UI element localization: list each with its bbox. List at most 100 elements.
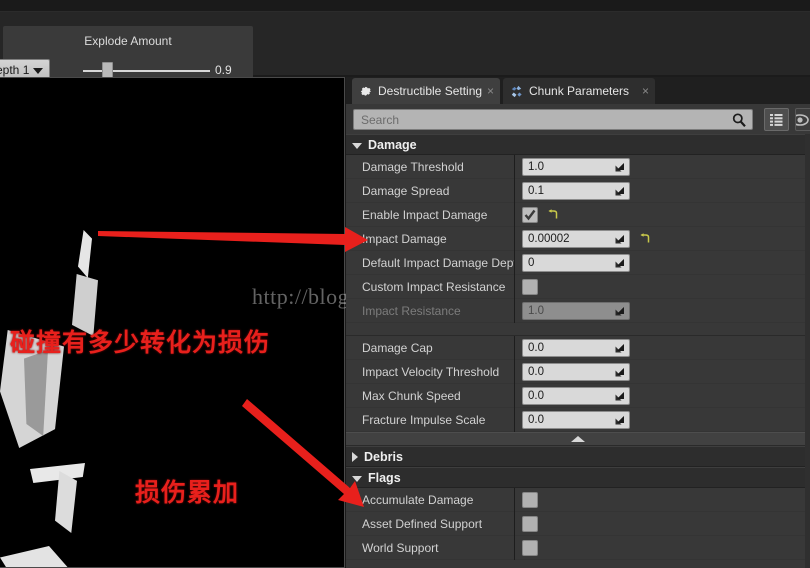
property-row: Fracture Impulse Scale 0.0 bbox=[346, 407, 810, 432]
mesh-chunk bbox=[30, 463, 85, 483]
category-header-damage[interactable]: Damage bbox=[346, 134, 810, 155]
spinner-icon[interactable] bbox=[614, 258, 625, 269]
visibility-button[interactable] bbox=[795, 108, 810, 131]
number-value: 0.0 bbox=[528, 413, 544, 426]
number-input[interactable]: 0 bbox=[522, 253, 630, 272]
triangle-down-icon bbox=[352, 476, 362, 482]
number-value: 0.0 bbox=[528, 341, 544, 354]
property-row: Impact Resistance 1.0 bbox=[346, 298, 810, 323]
triangle-down-icon bbox=[352, 143, 362, 149]
number-input[interactable]: 1.0 bbox=[522, 157, 630, 176]
collapse-section-bar[interactable] bbox=[346, 432, 810, 446]
visibility-icon bbox=[796, 113, 809, 126]
number-value: 1.0 bbox=[528, 304, 544, 317]
tab-destructible-settings[interactable]: Destructible Setting × bbox=[352, 78, 500, 104]
tab-chunk-parameters[interactable]: Chunk Parameters × bbox=[503, 78, 655, 104]
property-row: Accumulate Damage bbox=[346, 487, 810, 512]
property-label: Fracture Impulse Scale bbox=[346, 407, 515, 432]
search-input[interactable]: Search bbox=[353, 109, 753, 130]
checkbox[interactable] bbox=[522, 539, 538, 556]
revert-icon[interactable] bbox=[639, 232, 651, 245]
grid-view-button[interactable] bbox=[764, 108, 789, 131]
number-value: 0 bbox=[528, 256, 535, 269]
category-header-debris[interactable]: Debris bbox=[346, 446, 810, 467]
spinner-icon[interactable] bbox=[614, 306, 625, 317]
app-root: Explode Amount 0.9 epth 1 碰撞有多少转化为损伤 损伤累… bbox=[0, 0, 810, 568]
property-row: Damage Spread 0.1 bbox=[346, 178, 810, 203]
property-label: Impact Resistance bbox=[346, 298, 515, 323]
property-row: Impact Velocity Threshold 0.0 bbox=[346, 359, 810, 384]
number-input[interactable]: 0.00002 bbox=[522, 229, 630, 248]
details-panel: Destructible Setting × Chunk Parameters … bbox=[346, 77, 810, 568]
spinner-icon[interactable] bbox=[614, 367, 625, 378]
property-row: Max Chunk Speed 0.0 bbox=[346, 383, 810, 408]
category-title: Debris bbox=[364, 449, 403, 464]
number-input[interactable]: 0.0 bbox=[522, 386, 630, 405]
property-label: Asset Defined Support bbox=[346, 511, 515, 536]
toolbar-zone: Explode Amount 0.9 epth 1 bbox=[0, 12, 810, 86]
close-icon[interactable]: × bbox=[487, 84, 494, 98]
property-label: Custom Impact Resistance bbox=[346, 274, 515, 299]
triangle-up-icon bbox=[571, 436, 585, 442]
property-label: Impact Velocity Threshold bbox=[346, 359, 515, 384]
property-row: Custom Impact Resistance bbox=[346, 274, 810, 299]
chevron-down-icon bbox=[33, 68, 43, 74]
property-row: Default Impact Damage Depth 0 bbox=[346, 250, 810, 275]
property-row: Asset Defined Support bbox=[346, 511, 810, 536]
property-label: Damage Spread bbox=[346, 178, 515, 203]
mesh-chunk bbox=[78, 230, 92, 278]
spinner-icon[interactable] bbox=[614, 391, 625, 402]
mesh-chunk bbox=[0, 546, 70, 567]
spinner-icon[interactable] bbox=[614, 343, 625, 354]
checkbox[interactable] bbox=[522, 515, 538, 532]
category-title: Flags bbox=[368, 470, 401, 485]
property-list[interactable]: Damage Damage Threshold 1.0 Damage Spread 0.… bbox=[346, 134, 810, 568]
revert-icon[interactable] bbox=[547, 208, 559, 221]
number-input[interactable]: 0.0 bbox=[522, 362, 630, 381]
category-header-flags[interactable]: Flags bbox=[346, 467, 810, 488]
property-label: Enable Impact Damage bbox=[346, 202, 515, 227]
search-placeholder: Search bbox=[361, 112, 400, 127]
close-icon[interactable]: × bbox=[642, 84, 649, 98]
tab-strip: Destructible Setting × Chunk Parameters … bbox=[346, 77, 810, 104]
property-row: World Support bbox=[346, 535, 810, 560]
spinner-icon[interactable] bbox=[614, 234, 625, 245]
number-value: 0.0 bbox=[528, 389, 544, 402]
search-row: Search bbox=[346, 104, 810, 134]
explode-amount-value: 0.9 bbox=[215, 63, 232, 77]
property-label: World Support bbox=[346, 535, 515, 560]
property-label: Impact Damage bbox=[346, 226, 515, 251]
window-top-strip bbox=[0, 0, 810, 12]
property-group-gap bbox=[346, 323, 810, 336]
preview-viewport[interactable]: 碰撞有多少转化为损伤 损伤累加 bbox=[0, 77, 345, 568]
property-row: Enable Impact Damage bbox=[346, 202, 810, 227]
number-input[interactable]: 0.0 bbox=[522, 410, 630, 429]
check-icon bbox=[524, 209, 536, 220]
checkbox[interactable] bbox=[522, 278, 538, 295]
search-icon[interactable] bbox=[731, 112, 747, 128]
number-value: 0.0 bbox=[528, 365, 544, 378]
number-input[interactable]: 0.1 bbox=[522, 181, 630, 200]
property-label: Default Impact Damage Depth bbox=[346, 250, 515, 275]
property-row: Damage Cap 0.0 bbox=[346, 335, 810, 360]
annotation-accumulate-damage: 损伤累加 bbox=[135, 478, 240, 507]
category-title: Damage bbox=[368, 137, 417, 152]
property-label: Max Chunk Speed bbox=[346, 383, 515, 408]
number-input[interactable]: 0.0 bbox=[522, 338, 630, 357]
number-input: 1.0 bbox=[522, 301, 630, 320]
spinner-icon[interactable] bbox=[614, 415, 625, 426]
number-value: 0.1 bbox=[528, 184, 544, 197]
spinner-icon[interactable] bbox=[614, 162, 625, 173]
property-row: Damage Threshold 1.0 bbox=[346, 154, 810, 179]
checkbox[interactable] bbox=[522, 491, 538, 508]
vertical-scrollbar[interactable] bbox=[805, 134, 810, 568]
grid-view-icon bbox=[770, 113, 783, 126]
number-value: 1.0 bbox=[528, 160, 544, 173]
mesh-chunk bbox=[55, 471, 77, 533]
property-label: Damage Threshold bbox=[346, 154, 515, 179]
spinner-icon[interactable] bbox=[614, 186, 625, 197]
checkbox[interactable] bbox=[522, 206, 538, 223]
number-value: 0.00002 bbox=[528, 232, 570, 245]
depth-dropdown-label: epth 1 bbox=[0, 63, 30, 77]
triangle-right-icon bbox=[352, 451, 358, 462]
